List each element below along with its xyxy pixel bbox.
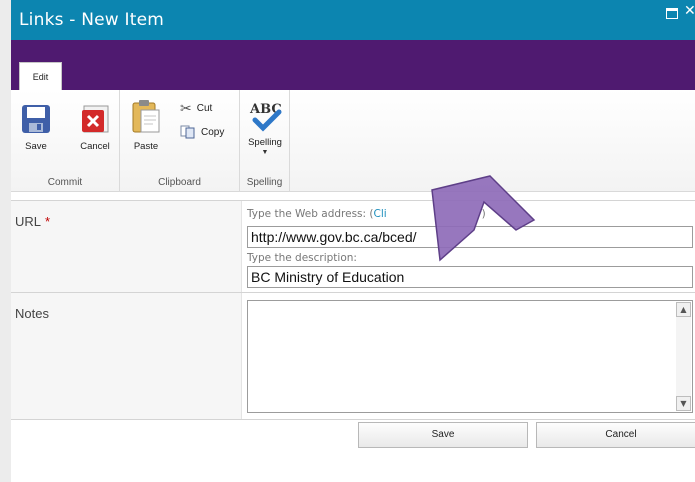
window-title: Links - New Item (19, 10, 164, 30)
spelling-check-icon: ABC (249, 102, 282, 132)
close-icon[interactable]: ✕ (684, 3, 695, 19)
tab-edit[interactable]: Edit (19, 62, 62, 90)
paste-button[interactable]: Paste (130, 98, 162, 152)
click-here-link[interactable]: Cli (373, 208, 386, 220)
url-label: URL * (15, 214, 51, 229)
title-bar: Links - New Item ✕ (11, 0, 695, 40)
description-hint: Type the description: (247, 252, 357, 264)
clipboard-group: Paste ✂ Cut Copy Clipboard (120, 90, 240, 192)
cancel-button[interactable]: Cancel (75, 104, 115, 152)
maximize-icon[interactable] (666, 8, 678, 19)
copy-label: Copy (201, 126, 225, 138)
save-button-bottom[interactable]: Save (358, 422, 528, 448)
save-icon (22, 105, 50, 133)
dialog-window: Links - New Item ✕ Edit Save Cancel Comm… (0, 0, 695, 482)
scroll-down-icon[interactable]: ▼ (676, 396, 691, 411)
chevron-down-icon[interactable]: ▼ (243, 149, 287, 156)
paste-icon (132, 100, 160, 133)
cut-label: Cut (196, 103, 213, 114)
ribbon: Save Cancel Commit Paste ✂ Cut Copy Clip… (11, 90, 695, 192)
spelling-label: Spelling (248, 137, 282, 148)
cancel-label: Cancel (80, 141, 110, 152)
required-mark: * (45, 214, 51, 229)
form-actions: Save Cancel (11, 422, 695, 448)
paste-label: Paste (133, 141, 159, 152)
commit-group-label: Commit (47, 177, 83, 188)
cancel-button-bottom[interactable]: Cancel (536, 422, 695, 448)
scissors-icon: ✂ (180, 100, 192, 116)
copy-icon (180, 125, 195, 139)
notes-label: Notes (15, 306, 49, 321)
url-label-cell: URL * (11, 201, 242, 292)
notes-row: Notes ▲ ▼ (11, 293, 695, 420)
commit-group: Save Cancel Commit (11, 90, 120, 192)
notes-textarea[interactable]: ▲ ▼ (247, 300, 693, 413)
clipboard-group-label: Clipboard (158, 177, 201, 188)
notes-label-cell: Notes (11, 293, 242, 419)
pointer-arrow-icon (431, 175, 536, 262)
spelling-button[interactable]: ABC Spelling ▼ (243, 100, 287, 156)
cut-button[interactable]: ✂ Cut (180, 100, 212, 117)
save-label: Save (25, 141, 47, 152)
save-button[interactable]: Save (19, 104, 53, 152)
spelling-group: ABC Spelling ▼ Spelling (240, 90, 290, 192)
notes-scrollbar[interactable]: ▲ ▼ (676, 302, 691, 411)
ribbon-tab-bar: Edit (11, 40, 695, 90)
cancel-icon (82, 105, 109, 133)
copy-button[interactable]: Copy (180, 125, 224, 139)
spelling-group-label: Spelling (246, 177, 283, 188)
url-row: URL * Type the Web address: (Cli) http://… (11, 200, 695, 293)
scroll-up-icon[interactable]: ▲ (676, 302, 691, 317)
